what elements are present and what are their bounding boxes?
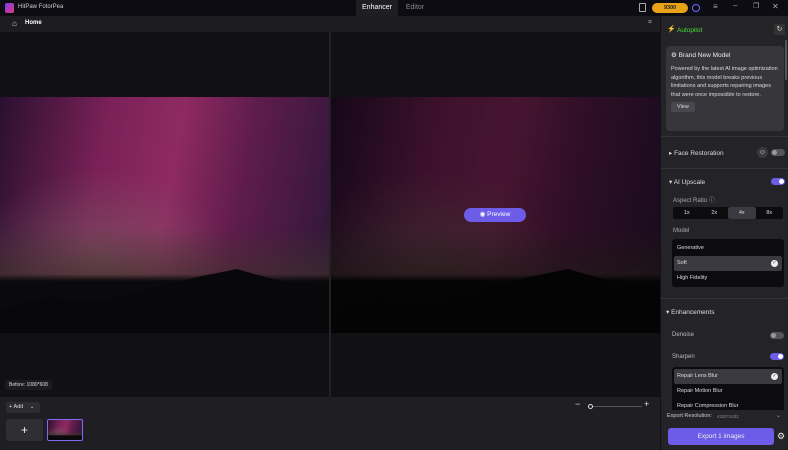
export-resolution-value: 4320*2432 [717, 413, 739, 419]
export-button[interactable]: Export 1 images [668, 428, 774, 445]
aspect-ratio-selector: 1x 2x 4x 8x [673, 207, 783, 219]
sharpen-label: Sharpen [672, 354, 695, 360]
divider [660, 298, 788, 299]
model-card: ⚙ Brand New Model Powered by the latest … [666, 46, 784, 131]
model-list: Generative Soft ✓ High Fidelity [672, 239, 784, 287]
model-label: Model [673, 228, 690, 234]
face-icon[interactable]: ☺ [757, 147, 768, 158]
sharpen-option-motion-blur[interactable]: Repair Motion Blur [672, 384, 784, 399]
face-restoration-toggle-row[interactable]: ▸ Face Restoration [669, 149, 724, 157]
add-image-tile[interactable]: + [6, 419, 43, 441]
ratio-1x[interactable]: 1x [673, 207, 701, 219]
divider [661, 136, 788, 137]
ratio-4x[interactable]: 4x [728, 207, 756, 219]
zoom-in-icon[interactable]: + [644, 399, 649, 409]
menu-icon[interactable]: ≡ [713, 2, 718, 11]
model-option-generative[interactable]: Generative [672, 241, 784, 256]
ai-upscale-row[interactable]: ▾ AI Upscale [669, 178, 705, 186]
zoom-slider-handle[interactable] [588, 404, 593, 409]
scrollbar[interactable] [785, 40, 787, 80]
preview-label: Preview [487, 211, 511, 218]
aspect-ratio-label: Aspect Ratio ⓘ [673, 198, 715, 204]
add-label: Add [13, 404, 24, 410]
info-icon[interactable]: ⓘ [709, 198, 715, 204]
maximize-icon[interactable]: ❐ [753, 2, 759, 10]
refresh-button[interactable]: ↻ [774, 24, 785, 35]
sharpen-option-lens-blur[interactable]: Repair Lens Blur ✓ [674, 369, 782, 384]
card-body: Powered by the latest AI image optimizat… [671, 66, 778, 98]
title-bar: HitPaw FotorPea Enhancer Editor 9300 ≡ –… [0, 0, 788, 16]
sharpen-list: Repair Lens Blur ✓ Repair Motion Blur Rep… [672, 367, 784, 412]
model-option-high-fidelity[interactable]: High Fidelity [672, 271, 784, 286]
app-logo-icon [5, 3, 14, 13]
ai-upscale-label: AI Upscale [673, 179, 706, 186]
export-footer: Export Resolution: 4320*2432 ⌄ Export 1 … [661, 410, 788, 450]
face-restoration-label: Face Restoration [674, 150, 724, 157]
crop-icon[interactable]: ⌗ [648, 19, 652, 27]
breadcrumb: ⌂ Home ⌗ [0, 16, 660, 32]
history-icon[interactable] [639, 3, 646, 12]
face-restoration-toggle[interactable] [771, 149, 785, 156]
image-thumbnail[interactable] [47, 419, 83, 441]
add-button[interactable]: + Add ⌄ [6, 402, 40, 413]
ratio-2x[interactable]: 2x [701, 207, 729, 219]
tab-editor[interactable]: Editor [398, 0, 432, 16]
gear-icon: ⚙ [671, 52, 679, 59]
coins-badge[interactable]: 9300 [652, 3, 688, 13]
preview-button[interactable]: ◉ Preview [464, 208, 526, 222]
sharpen-toggle[interactable] [770, 353, 784, 360]
ai-upscale-toggle[interactable] [771, 178, 785, 185]
bottom-bar: + Add ⌄ + − + [0, 397, 660, 450]
minimize-icon[interactable]: – [733, 1, 737, 10]
chevron-down-icon[interactable]: ⌄ [30, 404, 35, 410]
zoom-slider[interactable] [588, 404, 642, 409]
app-title: HitPaw FotorPea [18, 4, 64, 10]
expand-icon[interactable]: ⌄ [776, 412, 781, 419]
check-icon: ✓ [771, 373, 778, 380]
enhancements-row[interactable]: ▾ Enhancements [666, 308, 714, 316]
before-size-label: Before: 1080*608 [5, 380, 52, 390]
model-option-soft[interactable]: Soft ✓ [674, 256, 782, 271]
card-title: ⚙ Brand New Model [671, 52, 731, 59]
before-image [0, 97, 329, 333]
close-icon[interactable]: ✕ [772, 2, 779, 11]
check-icon: ✓ [771, 260, 778, 267]
denoise-label: Denoise [672, 332, 695, 338]
autopilot-label[interactable]: Autopilot [677, 27, 702, 34]
divider [661, 168, 788, 169]
home-icon[interactable]: ⌂ [12, 19, 17, 28]
avatar[interactable] [692, 4, 700, 12]
lightning-icon: ⚡ [667, 26, 676, 33]
tab-enhancer[interactable]: Enhancer [356, 0, 398, 16]
settings-gear-icon[interactable]: ⚙ [777, 431, 785, 442]
home-link[interactable]: Home [25, 20, 42, 26]
zoom-out-icon[interactable]: − [575, 399, 580, 409]
view-button[interactable]: View [671, 102, 695, 112]
coins-count: 9300 [664, 5, 677, 11]
ratio-8x[interactable]: 8x [756, 207, 784, 219]
export-resolution-label: Export Resolution: [667, 413, 712, 419]
denoise-toggle[interactable] [770, 332, 784, 339]
